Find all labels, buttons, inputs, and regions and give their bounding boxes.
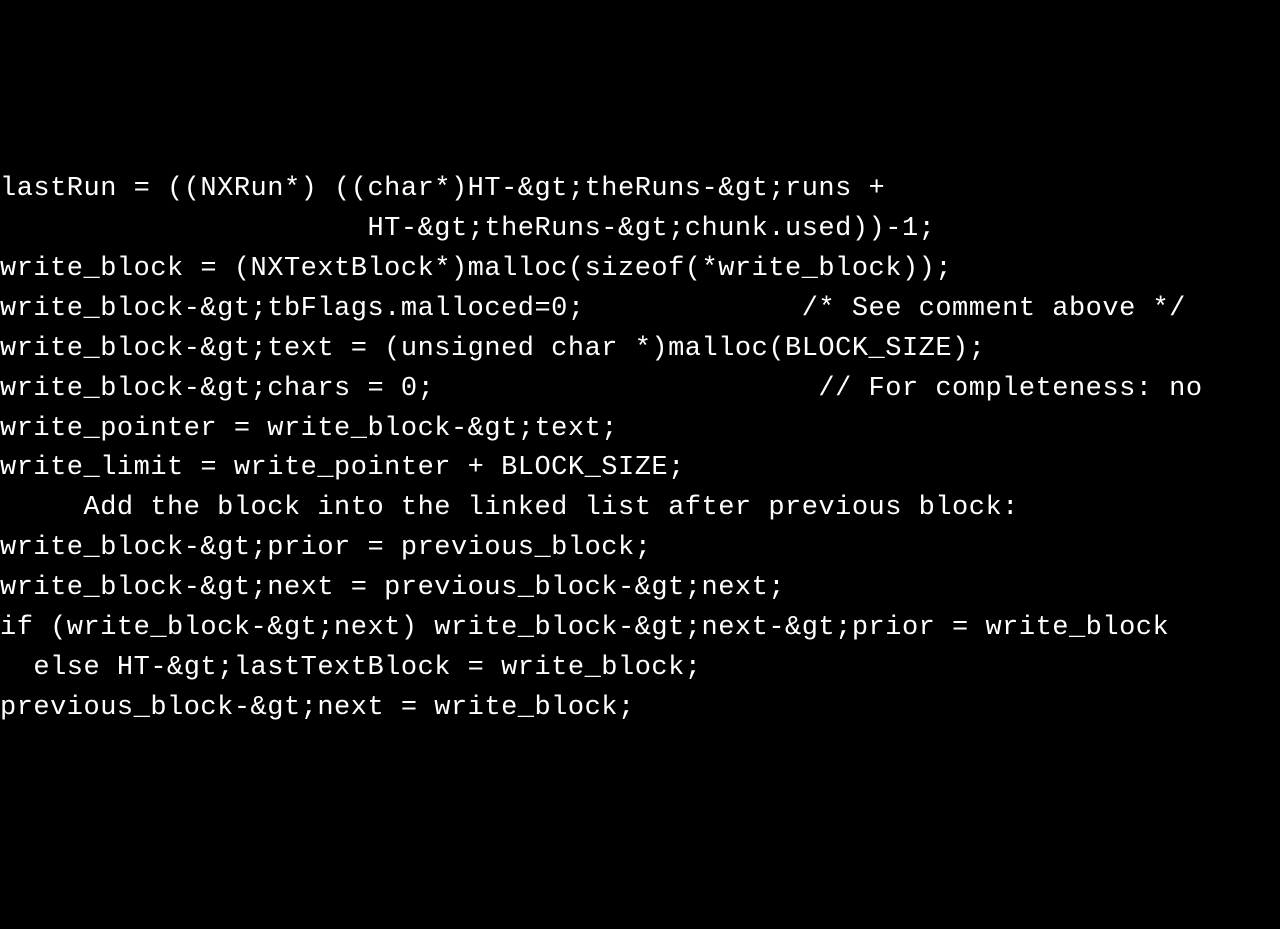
code-line: write_block-&gt;chars = 0; // For comple… [0,370,1280,410]
code-line: write_block-&gt;text = (unsigned char *)… [0,330,1280,370]
code-line: write_pointer = write_block-&gt;text; [0,410,1280,450]
code-line: previous_block-&gt;next = write_block; [0,689,1280,729]
code-line: else HT-&gt;lastTextBlock = write_block; [0,649,1280,689]
code-line: write_limit = write_pointer + BLOCK_SIZE… [0,449,1280,489]
code-line: write_block-&gt;next = previous_block-&g… [0,569,1280,609]
code-editor-viewport[interactable]: lastRun = ((NXRun*) ((char*)HT-&gt;theRu… [0,170,1280,729]
code-line: HT-&gt;theRuns-&gt;chunk.used))-1; [0,210,1280,250]
code-line: write_block = (NXTextBlock*)malloc(sizeo… [0,250,1280,290]
code-line: write_block-&gt;tbFlags.malloced=0; /* S… [0,290,1280,330]
code-line: Add the block into the linked list after… [0,489,1280,529]
code-line: write_block-&gt;prior = previous_block; [0,529,1280,569]
code-line: if (write_block-&gt;next) write_block-&g… [0,609,1280,649]
code-line: lastRun = ((NXRun*) ((char*)HT-&gt;theRu… [0,170,1280,210]
